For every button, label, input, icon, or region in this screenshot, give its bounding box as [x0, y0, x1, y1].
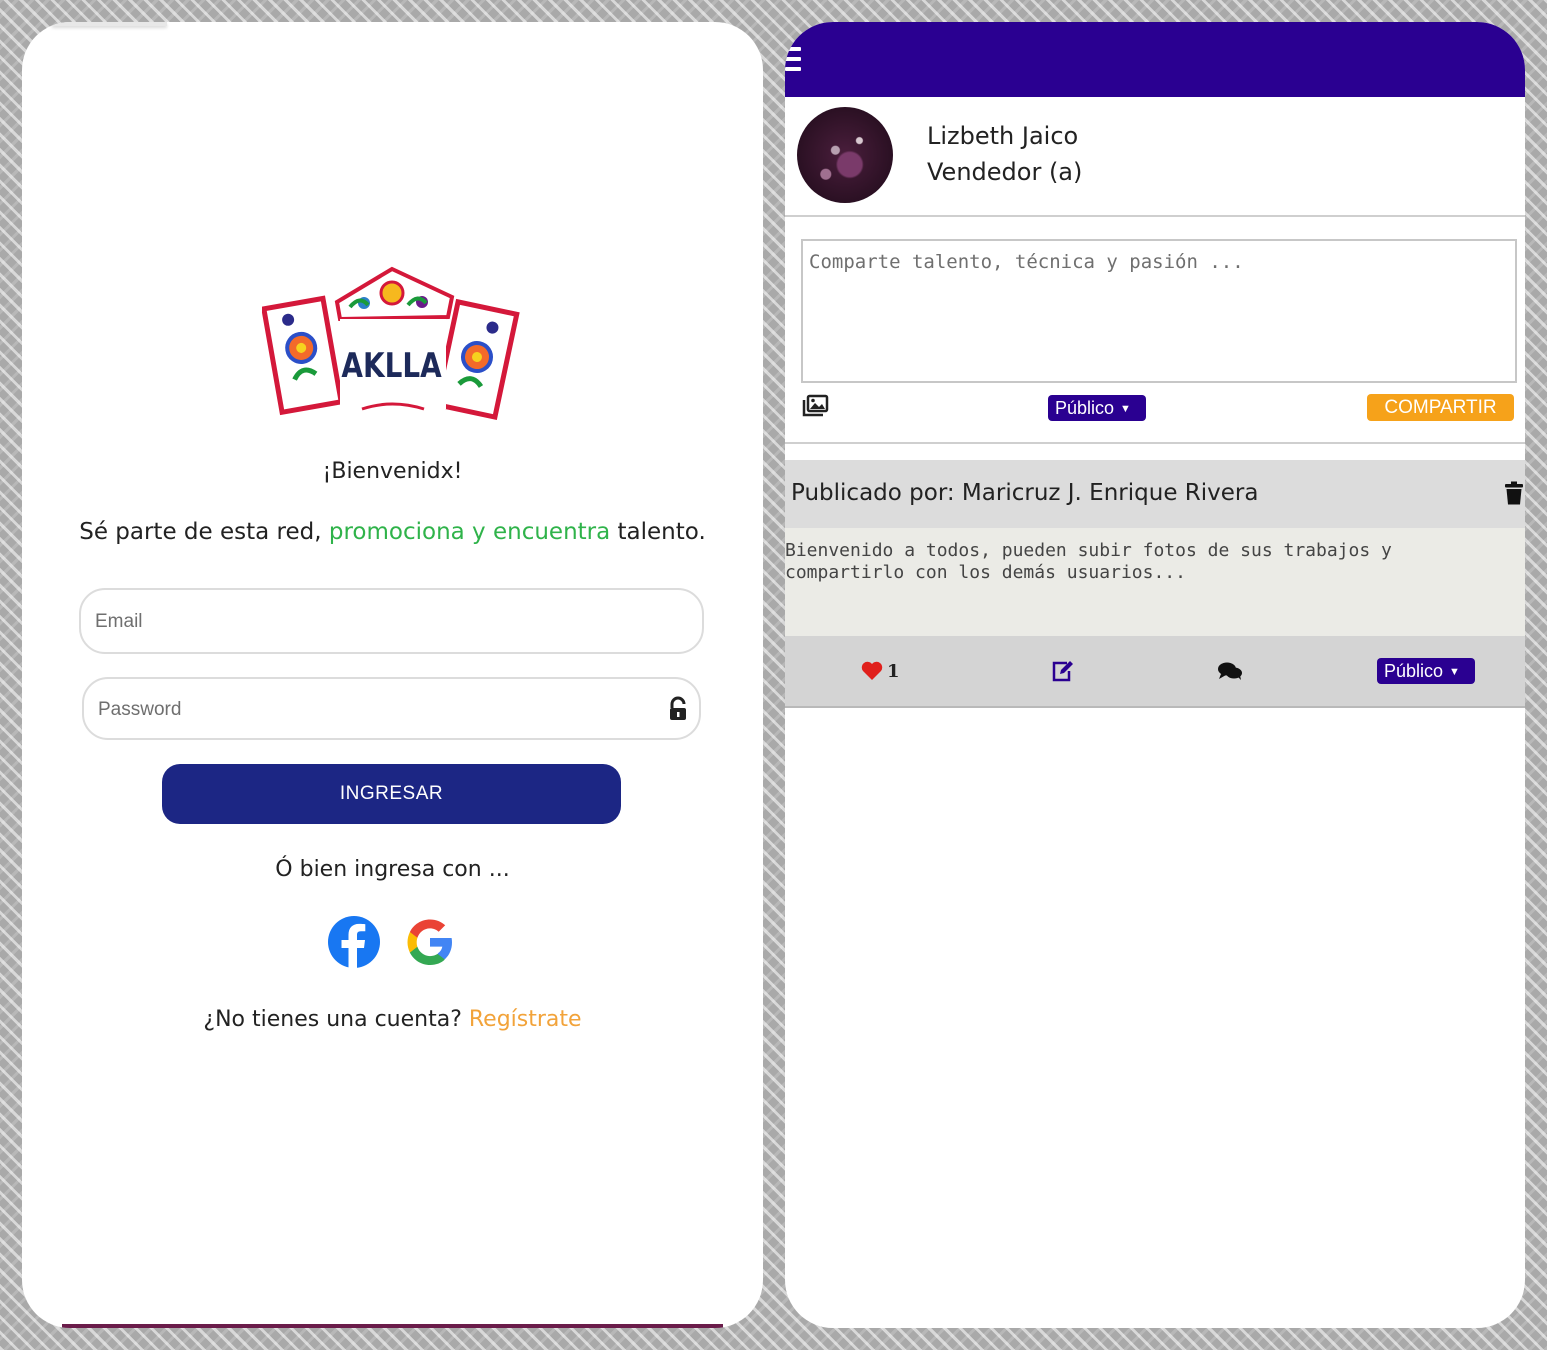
caret-down-icon: ▼: [1120, 403, 1131, 415]
avatar[interactable]: [797, 107, 893, 203]
hamburger-icon[interactable]: [785, 47, 801, 75]
bottom-edge: [62, 1324, 723, 1328]
post-author: Publicado por: Maricruz J. Enrique River…: [791, 480, 1259, 506]
tagline-end: talento.: [610, 519, 706, 545]
like-button[interactable]: 1: [861, 660, 900, 682]
post-header: Publicado por: Maricruz J. Enrique River…: [785, 460, 1525, 528]
edit-icon[interactable]: [1051, 660, 1075, 682]
post-visibility-select[interactable]: Público ▼: [1377, 658, 1475, 684]
composer-visibility-select[interactable]: Público ▼: [1048, 395, 1146, 421]
facebook-icon[interactable]: [327, 915, 381, 969]
password-field: [82, 677, 701, 740]
trash-icon[interactable]: [1505, 481, 1523, 505]
post-composer-input[interactable]: [801, 239, 1517, 383]
svg-text:AKLLA: AKLLA: [341, 346, 441, 385]
post-actions-bar: 1 Público ▼: [785, 636, 1525, 708]
top-bar: [785, 22, 1525, 97]
post-body: Bienvenido a todos, pueden subir fotos d…: [785, 528, 1525, 636]
share-button[interactable]: COMPARTIR: [1367, 394, 1514, 421]
profile-header: Lizbeth Jaico Vendedor (a): [785, 97, 1525, 217]
profile-name: Lizbeth Jaico: [927, 122, 1079, 150]
comment-icon[interactable]: [1217, 661, 1243, 681]
register-text: ¿No tienes una cuenta?: [203, 1007, 469, 1032]
lock-icon[interactable]: [667, 696, 689, 722]
composer-visibility-value: Público: [1055, 398, 1115, 418]
divider: [785, 442, 1525, 444]
tagline-start: Sé parte de esta red,: [79, 519, 329, 545]
tab-indicator: [52, 22, 167, 26]
feed-screen: Lizbeth Jaico Vendedor (a) Público ▼ COMP…: [785, 22, 1525, 1328]
welcome-heading: ¡Bienvenidx!: [322, 459, 463, 484]
post-visibility-value: Público: [1384, 661, 1444, 681]
login-button[interactable]: INGRESAR: [162, 764, 621, 824]
email-input[interactable]: [93, 590, 625, 654]
profile-role: Vendedor (a): [927, 158, 1083, 186]
login-screen: AKLLA ¡Bienvenidx! Sé parte de esta red,…: [22, 22, 763, 1328]
caret-down-icon: ▼: [1449, 666, 1460, 678]
password-input[interactable]: [96, 679, 623, 740]
image-upload-icon[interactable]: [801, 394, 829, 418]
tagline: Sé parte de esta red, promociona y encue…: [22, 519, 763, 545]
aklla-logo: AKLLA: [262, 266, 520, 421]
alternative-login-text: Ó bien ingresa con ...: [275, 857, 510, 882]
register-link[interactable]: Regístrate: [469, 1007, 582, 1032]
google-icon[interactable]: [403, 915, 457, 969]
heart-icon: [861, 661, 883, 680]
register-prompt: ¿No tienes una cuenta? Regístrate: [22, 1007, 763, 1032]
email-field: [79, 588, 704, 654]
tagline-highlight: promociona y encuentra: [328, 519, 611, 545]
like-count: 1: [887, 660, 900, 682]
